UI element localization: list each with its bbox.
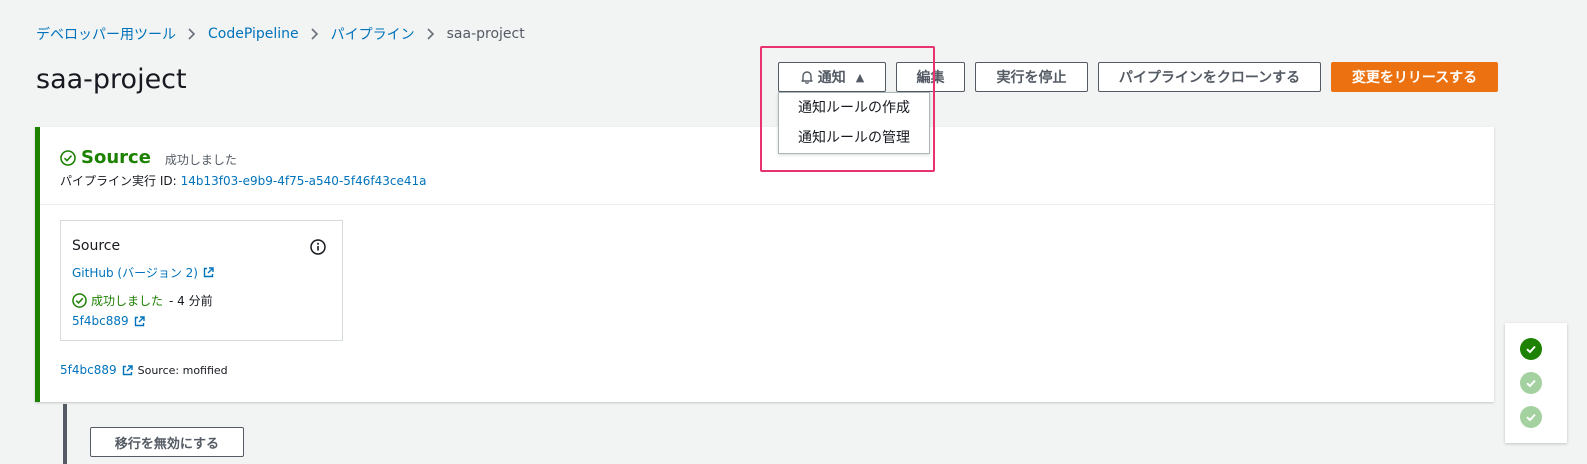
action-status-text: 成功しました (91, 294, 164, 308)
stage-header: Source 成功しました (60, 147, 237, 168)
commit-row: 5f4bc889 (72, 314, 145, 328)
chevron-right-icon (188, 28, 196, 40)
stage-name: Source (81, 147, 151, 168)
external-link-icon (122, 364, 133, 376)
chevron-right-icon (311, 28, 319, 40)
notify-button-label: 通知 (817, 70, 846, 86)
breadcrumb-codepipeline[interactable]: CodePipeline (208, 26, 299, 42)
stage-2-success-icon[interactable] (1520, 372, 1542, 394)
stage-3-success-icon[interactable] (1520, 406, 1542, 428)
disable-transition-button[interactable]: 移行を無効にする (90, 427, 244, 457)
notify-button[interactable]: 通知 ▲ (778, 62, 886, 92)
notify-dropdown-menu: 通知ルールの作成 通知ルールの管理 (778, 92, 930, 154)
execution-id-label: パイプライン実行 ID: (60, 174, 177, 188)
action-status-row: 成功しました - 4 分前 (72, 292, 213, 309)
transition-connector (63, 404, 67, 464)
breadcrumb-pipelines[interactable]: パイプライン (331, 24, 415, 44)
source-revision-row: 5f4bc889 Source: mofified (60, 363, 228, 377)
action-time: - 4 分前 (169, 294, 213, 308)
execution-id-row: パイプライン実行 ID: 14b13f03-e9b9-4f75-a540-5f46… (60, 172, 427, 189)
stop-execution-button[interactable]: 実行を停止 (975, 62, 1088, 92)
provider-row: GitHub (バージョン 2) (72, 264, 214, 281)
external-link-icon (134, 315, 145, 327)
stage-1-success-icon[interactable] (1520, 338, 1542, 360)
provider-link[interactable]: GitHub (バージョン 2) (72, 264, 198, 281)
stage-status: 成功しました (164, 152, 237, 167)
action-title: Source (72, 238, 121, 254)
success-check-icon (72, 293, 87, 308)
clone-pipeline-button[interactable]: パイプラインをクローンする (1098, 62, 1321, 92)
release-change-button[interactable]: 変更をリリースする (1331, 62, 1498, 92)
commit-link[interactable]: 5f4bc889 (72, 314, 129, 328)
breadcrumb: デベロッパー用ツール CodePipeline パイプライン saa-proje… (36, 24, 525, 44)
info-icon[interactable] (310, 239, 326, 259)
success-check-icon (60, 149, 76, 166)
execution-id-link[interactable]: 14b13f03-e9b9-4f75-a540-5f46f43ce41a (181, 174, 427, 188)
chevron-right-icon (427, 28, 435, 40)
source-stage-card: Source 成功しました パイプライン実行 ID: 14b13f03-e9b9-… (35, 127, 1494, 402)
breadcrumb-current: saa-project (446, 26, 525, 42)
external-link-icon (203, 267, 214, 278)
source-commit-message: Source: mofified (137, 363, 228, 377)
bell-icon (800, 70, 814, 84)
page-title: saa-project (36, 64, 187, 95)
stage-status-rail (1505, 323, 1567, 443)
breadcrumb-developer-tools[interactable]: デベロッパー用ツール (36, 24, 176, 44)
edit-button[interactable]: 編集 (896, 62, 965, 92)
menu-item-manage-notification-rules[interactable]: 通知ルールの管理 (779, 123, 929, 153)
source-commit-link[interactable]: 5f4bc889 (60, 363, 117, 377)
caret-up-icon: ▲ (855, 70, 865, 84)
divider (40, 204, 1494, 205)
menu-item-create-notification-rule[interactable]: 通知ルールの作成 (779, 93, 929, 123)
source-action-card: Source GitHub (バージョン 2) 成功しました - 4 分前 5f… (60, 220, 343, 341)
